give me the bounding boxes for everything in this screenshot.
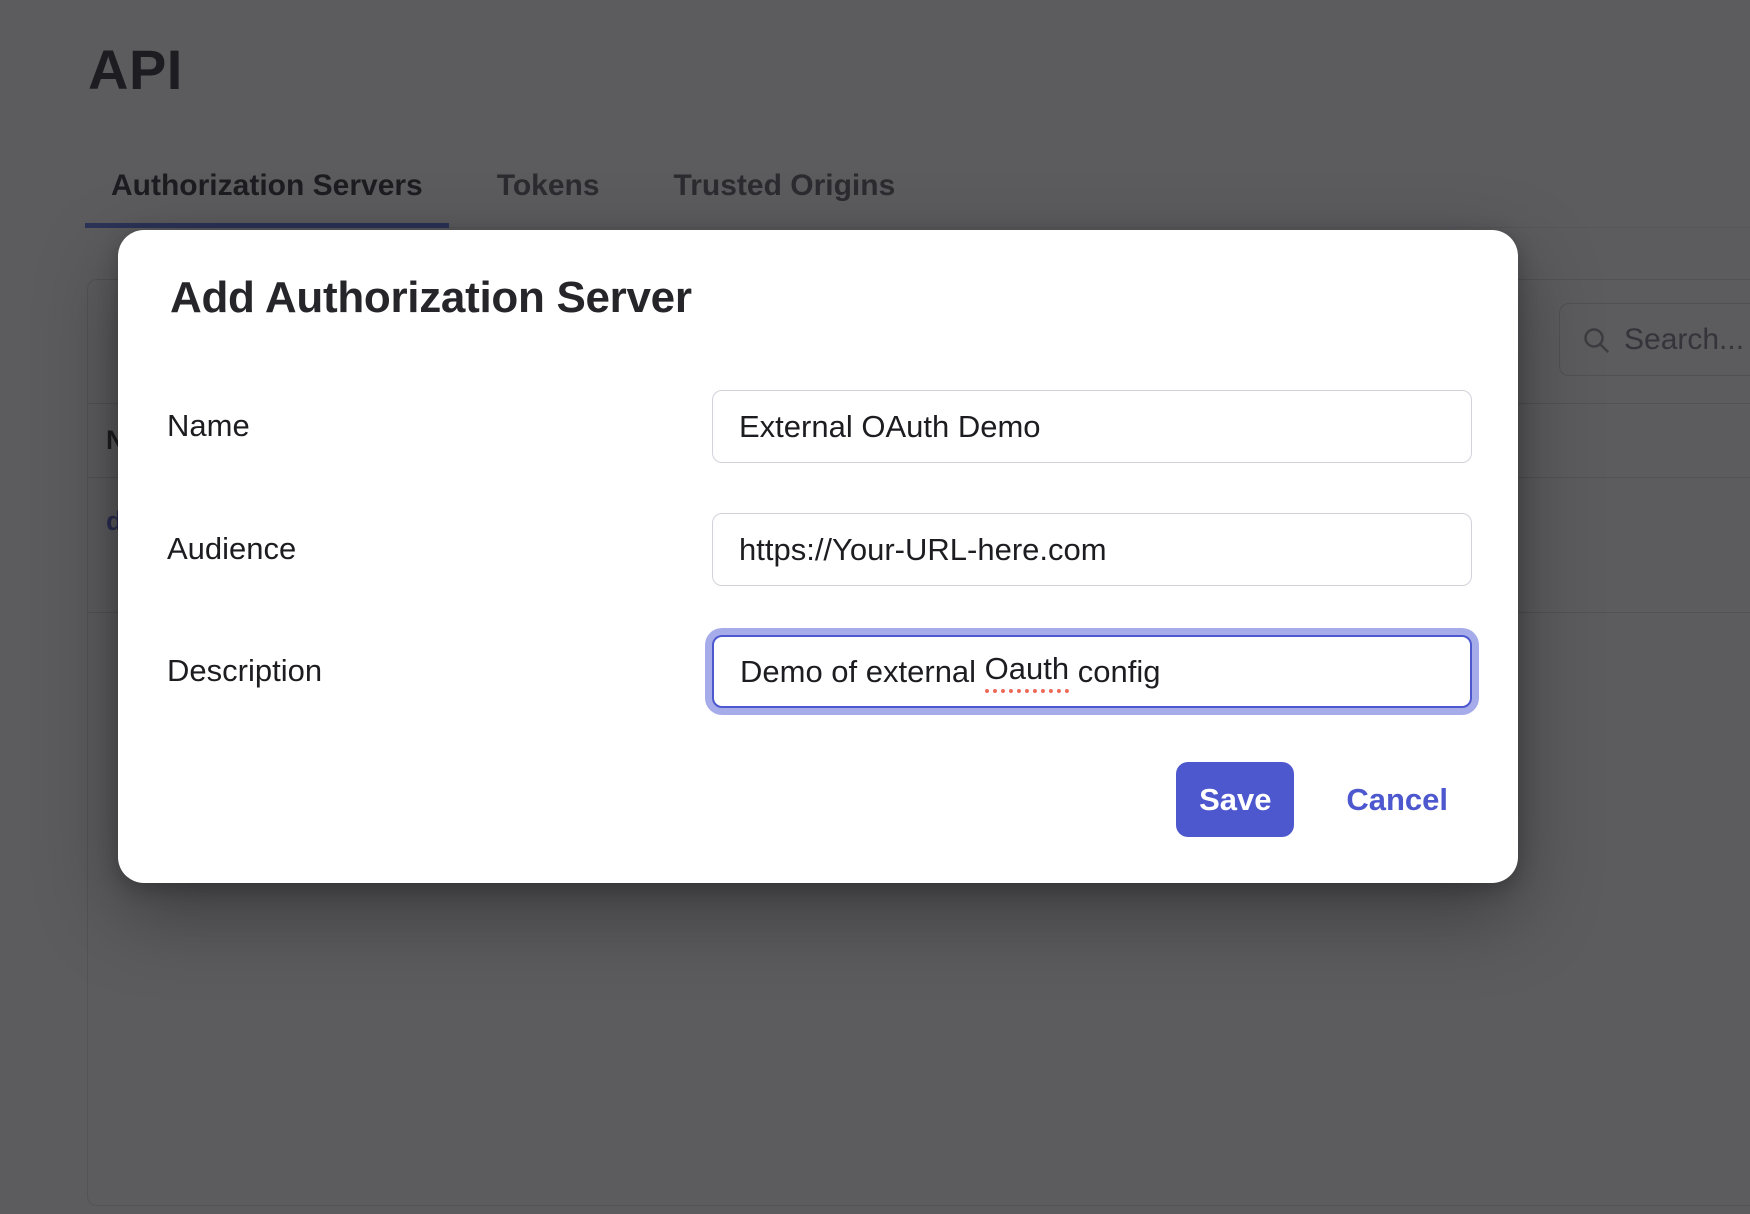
add-authorization-server-modal: Add Authorization Server Name Audience D…: [118, 230, 1518, 883]
name-field-row: Name: [167, 390, 1472, 463]
cancel-button[interactable]: Cancel: [1346, 782, 1448, 818]
modal-title: Add Authorization Server: [170, 274, 692, 322]
name-field[interactable]: [712, 390, 1472, 463]
audience-field[interactable]: [712, 513, 1472, 586]
description-field-row: Description Demo of external Oauth confi…: [167, 635, 1472, 708]
audience-field-row: Audience: [167, 513, 1472, 586]
save-button[interactable]: Save: [1176, 762, 1294, 837]
description-field-label: Description: [167, 635, 712, 689]
name-field-label: Name: [167, 390, 712, 444]
modal-footer: Save Cancel: [118, 762, 1448, 837]
audience-field-label: Audience: [167, 513, 712, 567]
description-misspelled-word: Oauth: [985, 651, 1069, 693]
description-field[interactable]: Demo of external Oauth config: [712, 635, 1472, 708]
description-text-after: config: [1069, 654, 1160, 690]
description-text: Demo of external: [740, 654, 985, 690]
api-settings-page: API Authorization Servers Tokens Trusted…: [0, 0, 1750, 1214]
